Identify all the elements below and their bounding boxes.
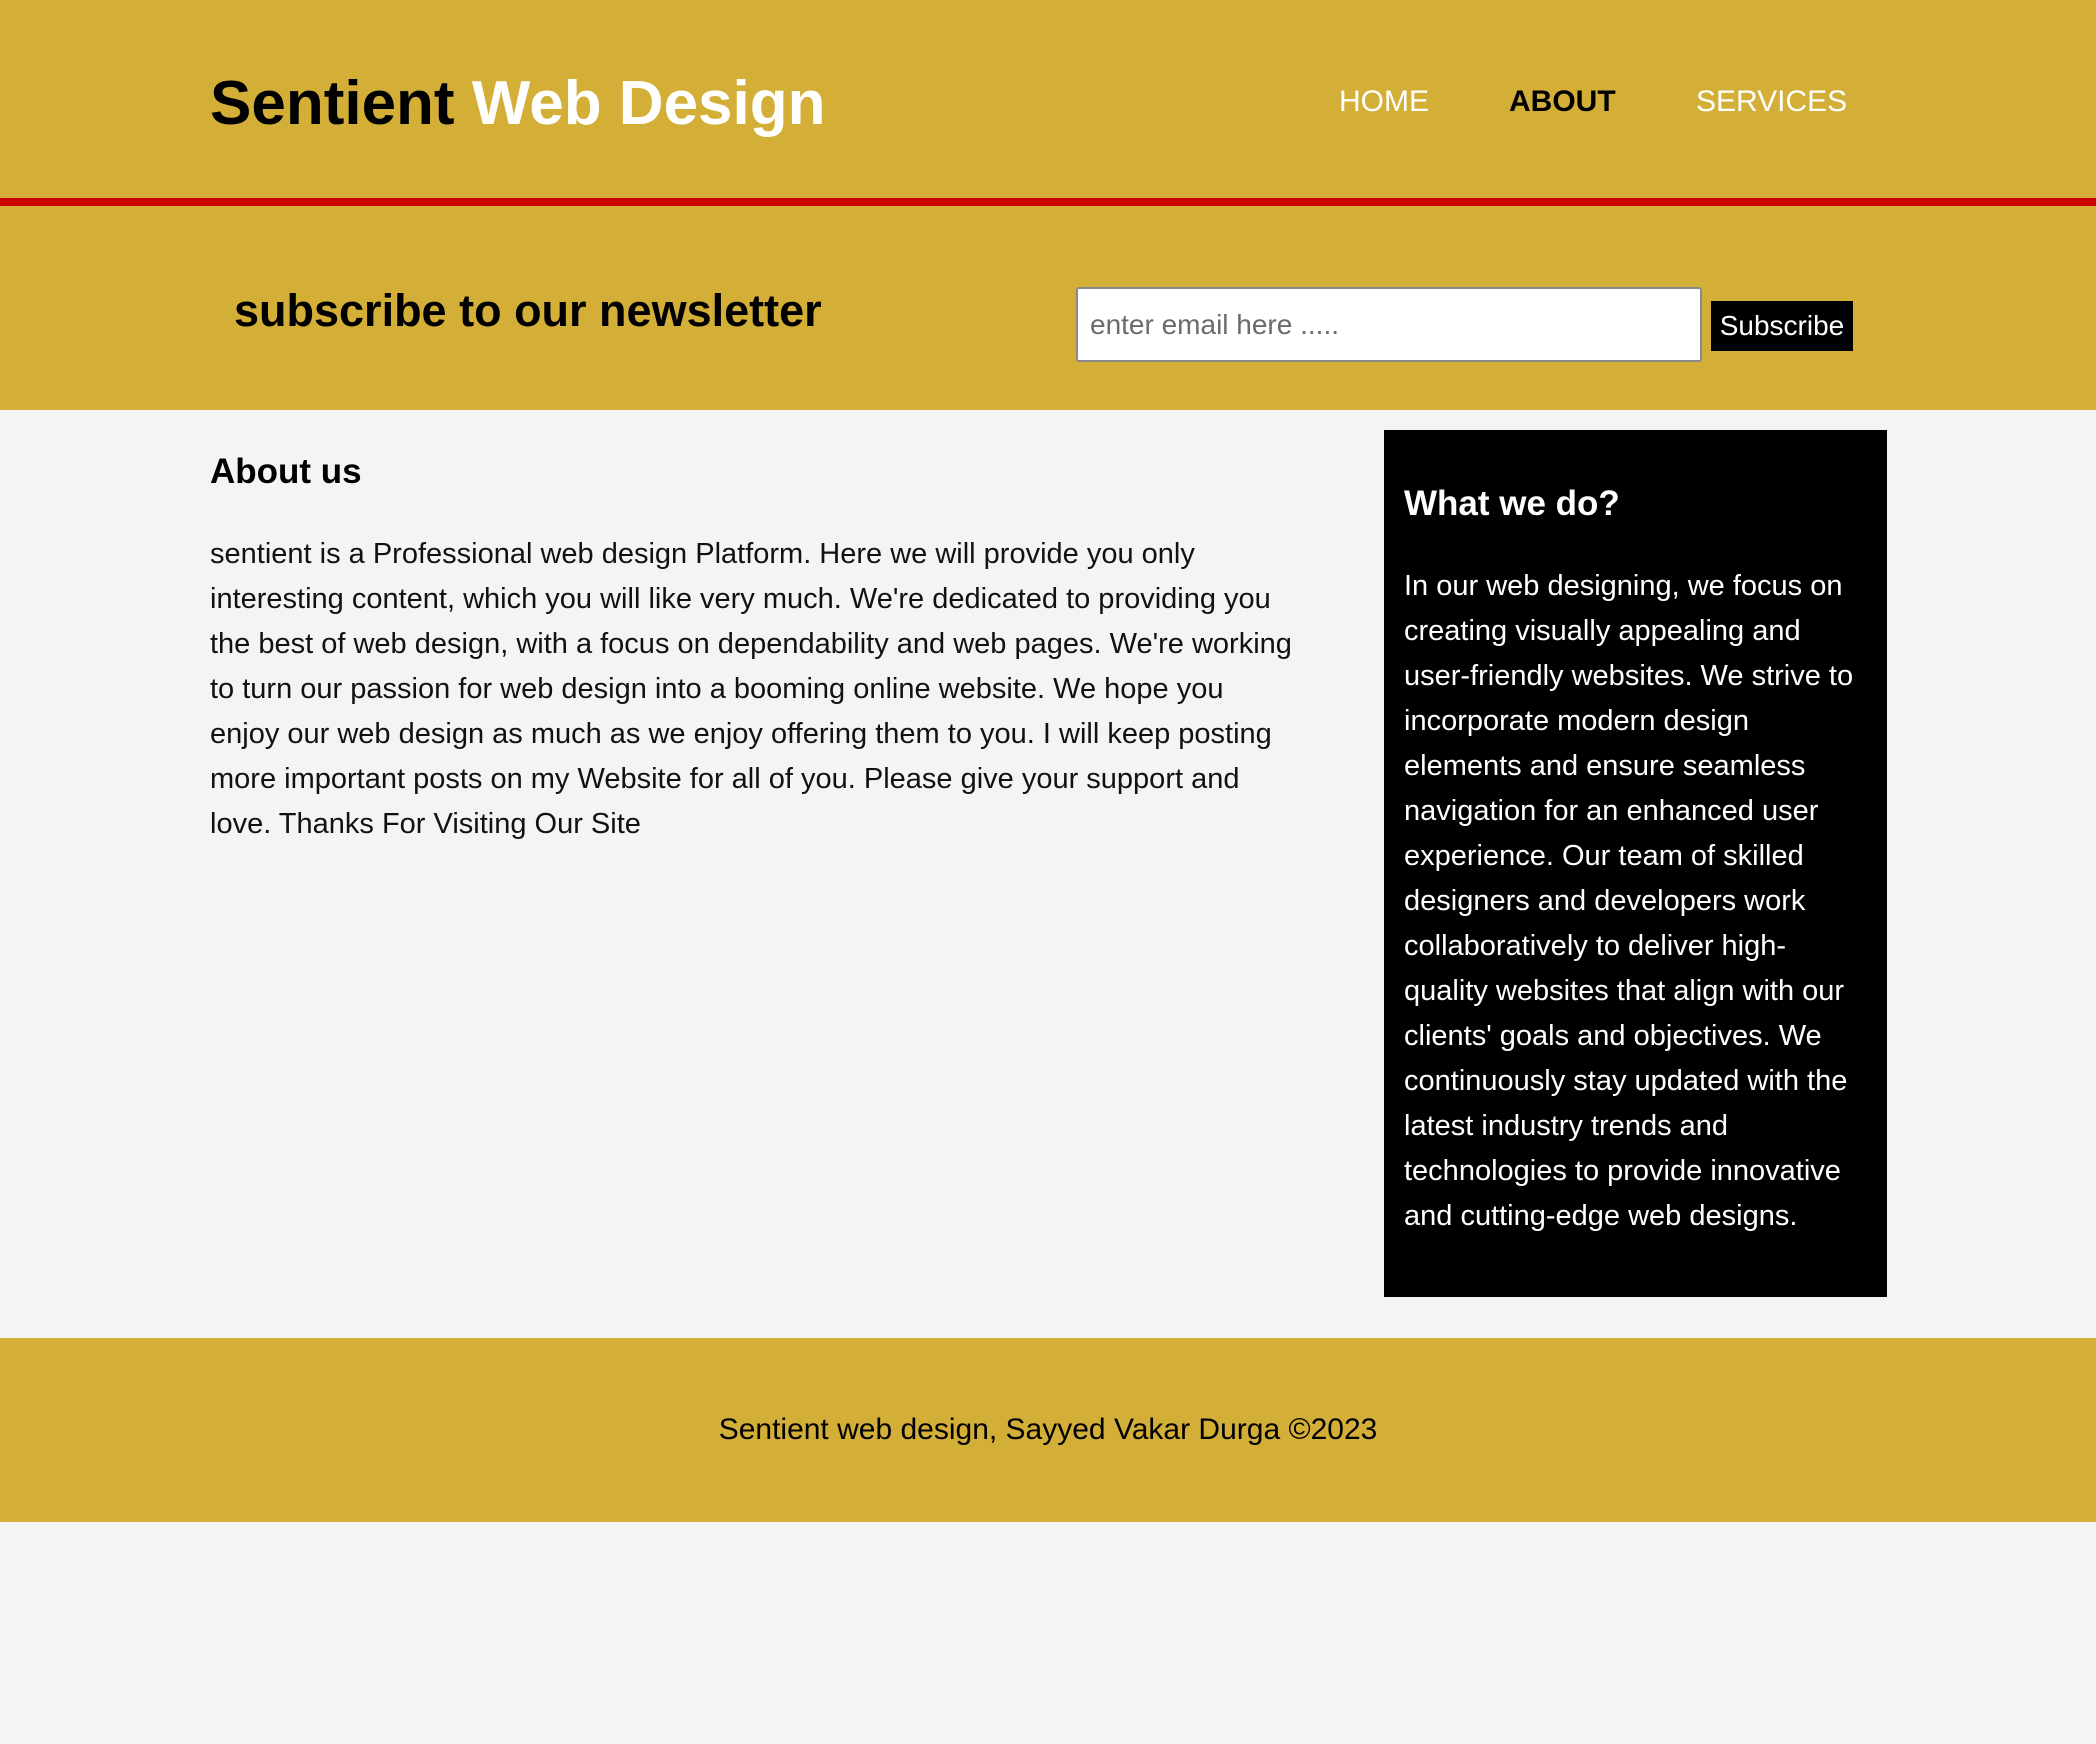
nav-link-home[interactable]: HOME [1339, 80, 1429, 124]
about-body: sentient is a Professional web design Pl… [210, 538, 1292, 840]
main-nav: HOME ABOUT SERVICES [0, 80, 2096, 124]
nav-link-services[interactable]: SERVICES [1696, 80, 1847, 124]
site-header: Sentient Web Design HOME ABOUT SERVICES [0, 0, 2096, 206]
email-input[interactable] [1076, 287, 1702, 362]
newsletter-heading: subscribe to our newsletter [234, 285, 822, 336]
site-footer: Sentient web design, Sayyed Vakar Durga … [0, 1338, 2096, 1522]
nav-link-about[interactable]: ABOUT [1509, 80, 1616, 124]
what-we-do-sidebar: What we do? In our web designing, we foc… [1384, 430, 1887, 1297]
sidebar-title: What we do? [1404, 484, 1620, 523]
subscribe-button[interactable]: Subscribe [1711, 301, 1853, 351]
newsletter-section: subscribe to our newsletter Subscribe [0, 206, 2096, 410]
about-title: About us [210, 452, 362, 491]
footer-text: Sentient web design, Sayyed Vakar Durga … [718, 1413, 1378, 1446]
sidebar-body: In our web designing, we focus on creati… [1404, 570, 1854, 1232]
about-section: About us sentient is a Professional web … [210, 440, 1300, 847]
